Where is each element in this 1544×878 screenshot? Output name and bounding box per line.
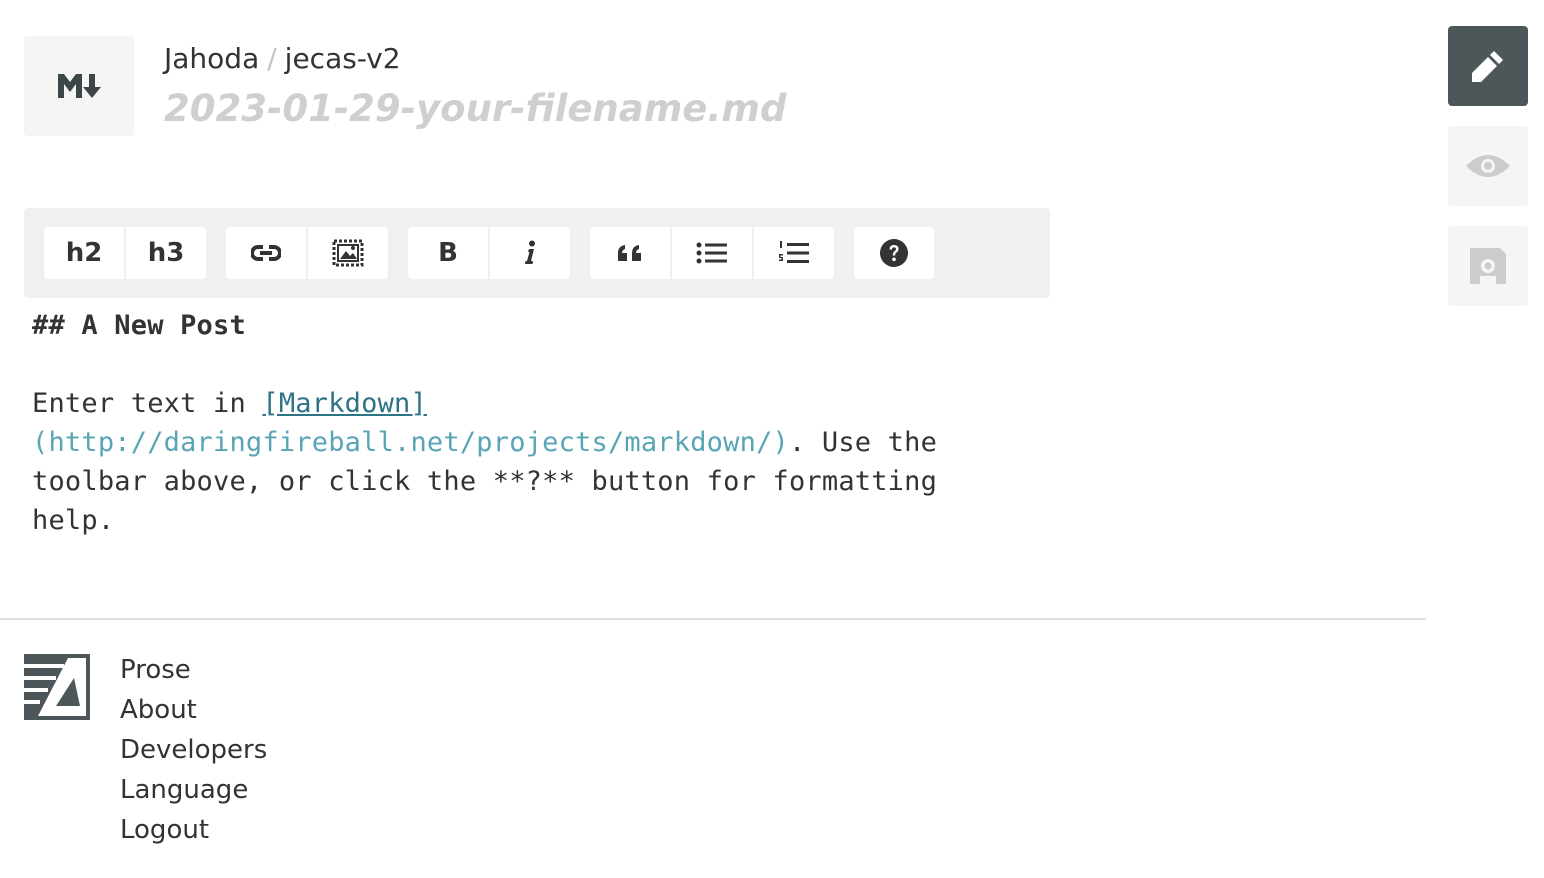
toolbar-group-media — [226, 227, 388, 279]
help-button[interactable] — [854, 227, 934, 279]
footer-link-logout[interactable]: Logout — [120, 810, 267, 850]
image-icon — [332, 239, 364, 267]
italic-icon — [525, 240, 535, 264]
image-button[interactable] — [308, 227, 388, 279]
edit-mode-button[interactable] — [1448, 26, 1528, 106]
toolbar-group-help — [854, 227, 934, 279]
h3-button[interactable]: h3 — [126, 227, 206, 279]
footer-link-prose[interactable]: Prose — [120, 650, 267, 690]
editor-link-text: [Markdown] — [262, 388, 427, 419]
filename-input[interactable] — [164, 82, 1064, 134]
numbered-list-button[interactable] — [754, 227, 834, 279]
pencil-icon — [1472, 51, 1503, 82]
save-icon — [1470, 248, 1506, 284]
formatting-toolbar: h2 h3 B — [24, 208, 1050, 298]
quote-icon — [618, 245, 641, 261]
breadcrumb-user[interactable]: Jahoda — [164, 42, 259, 75]
footer-link-developers[interactable]: Developers — [120, 730, 267, 770]
toolbar-group-blocks — [590, 227, 834, 279]
bullet-list-icon — [696, 242, 727, 264]
save-button[interactable] — [1448, 226, 1528, 306]
link-icon — [251, 245, 281, 261]
footer-nav: Prose About Developers Language Logout — [120, 650, 267, 850]
help-icon — [880, 239, 908, 267]
editor-paragraph: Enter text in [Markdown] (http://daringfi… — [32, 384, 992, 540]
italic-button[interactable] — [490, 227, 570, 279]
editor-heading-line: ## A New Post — [32, 310, 246, 341]
numbered-list-icon — [779, 241, 809, 263]
toolbar-group-text-style: B — [408, 227, 570, 279]
editor-link-url: (http://daringfireball.net/projects/mark… — [32, 427, 789, 458]
markdown-editor[interactable]: ## A New Post Enter text in [Markdown] (h… — [32, 306, 992, 540]
bullet-list-button[interactable] — [672, 227, 752, 279]
footer-link-language[interactable]: Language — [120, 770, 267, 810]
link-button[interactable] — [226, 227, 306, 279]
h2-button[interactable]: h2 — [44, 227, 124, 279]
editor-text-prefix: Enter text in — [32, 388, 263, 419]
quote-button[interactable] — [590, 227, 670, 279]
toolbar-group-headings: h2 h3 — [44, 227, 206, 279]
bold-button[interactable]: B — [408, 227, 488, 279]
footer-link-about[interactable]: About — [120, 690, 267, 730]
eye-icon — [1466, 155, 1510, 177]
breadcrumb-repo[interactable]: jecas-v2 — [285, 42, 401, 75]
breadcrumb-separator: / — [267, 42, 277, 75]
markdown-icon — [58, 74, 101, 98]
breadcrumb: Jahoda / jecas-v2 — [164, 42, 401, 75]
preview-mode-button[interactable] — [1448, 126, 1528, 206]
markdown-badge — [24, 36, 134, 136]
footer-divider — [0, 618, 1426, 620]
prose-logo-icon — [24, 654, 90, 720]
